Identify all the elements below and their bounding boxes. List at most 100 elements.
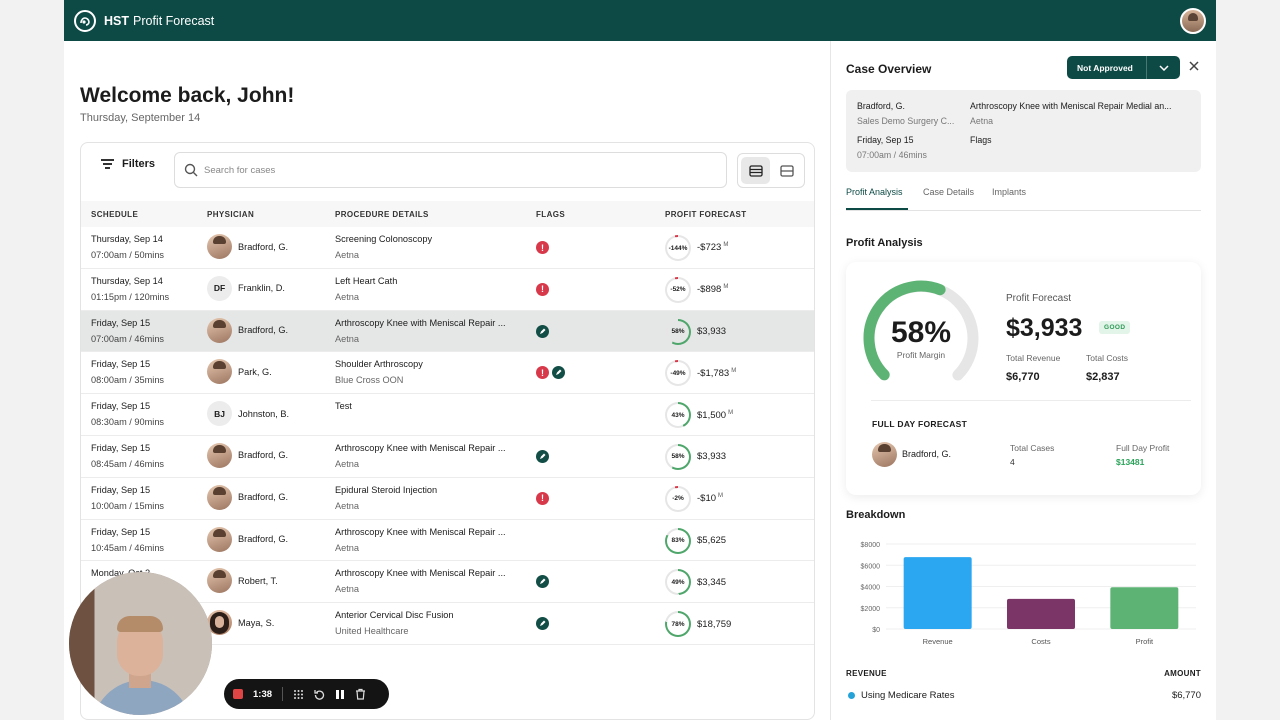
table-row[interactable]: Friday, Sep 15 08:45am / 46mins Bradford, … [81,436,814,478]
search-input[interactable] [204,164,684,176]
alert-icon[interactable]: ! [536,282,549,296]
profit-margin-percent: 83% [667,529,689,552]
schedule-date: Friday, Sep 15 [91,442,151,453]
bar-profit[interactable] [1110,587,1179,629]
edit-icon[interactable] [552,366,565,380]
profit-forecast-label: Profit Forecast [1006,293,1072,304]
alert-icon[interactable]: ! [536,491,549,505]
edit-icon[interactable] [536,449,549,463]
col-profit-forecast[interactable]: PROFIT FORECAST [665,210,747,219]
profit-margin-percent: -144% [667,237,689,259]
schedule-time: 08:00am / 35mins [91,375,165,386]
compact-view-button[interactable] [772,157,801,184]
table-row[interactable]: Friday, Sep 15 08:00am / 35mins Park, G. Sh… [81,352,814,395]
col-procedure[interactable]: PROCEDURE DETAILS [335,210,429,219]
toolbar-separator [282,687,284,701]
avatar-initials: DF [207,275,232,301]
compact-view-icon [779,164,794,177]
profit-forecast-value: $3,933 [1006,314,1083,342]
col-schedule[interactable]: SCHEDULE [91,210,138,219]
payer-name: Aetna [335,250,360,260]
revenue-row-amount: $6,770 [1171,690,1201,701]
chevron-down-icon[interactable] [1146,56,1180,79]
approval-status-label: Not Approved [1077,62,1133,73]
flags-cell [536,449,549,463]
profit-margin-percent: 58% [667,445,689,468]
tab-case-details[interactable]: Case Details [923,187,974,197]
profit-forecast-cell: -144% -$723 M [665,235,728,261]
stop-recording-button[interactable] [233,689,243,699]
profit-forecast-cell: 78% $18,759 [665,611,733,638]
profit-amount: $3,933 [697,451,728,463]
total-costs-value: $2,837 [1086,371,1120,383]
procedure-name: Arthroscopy Knee with Meniscal Repair ..… [335,568,506,579]
full-day-physician: Bradford, G. [902,449,952,459]
restart-icon[interactable] [314,689,325,700]
procedure-name: Anterior Cervical Disc Fusion [335,610,454,621]
approval-status-dropdown[interactable]: Not Approved [1067,56,1180,79]
summary-procedure: Arthroscopy Knee with Meniscal Repair Me… [970,101,1172,111]
schedule-date: Thursday, Sep 14 [91,234,163,244]
profit-forecast-cell: 43% $1,500 M [665,402,733,429]
card-divider [871,400,1191,401]
col-flags[interactable]: FLAGS [536,210,565,219]
procedure-name: Arthroscopy Knee with Meniscal Repair ..… [335,317,506,328]
payer-name: Aetna [335,291,360,302]
full-day-profit-value: $13481 [1116,457,1145,467]
top-bar: HST Profit Forecast [64,0,1216,41]
table-row[interactable]: Friday, Sep 15 07:00am / 46mins Bradford, … [81,310,814,353]
physician-cell: Maya, S. [207,610,274,636]
edit-icon[interactable] [536,324,549,338]
procedure-name: Epidural Steroid Injection [335,484,438,495]
payer-name: Blue Cross OON [335,375,404,386]
physician-cell: Park, G. [207,359,272,385]
alert-icon[interactable]: ! [536,366,549,380]
profit-forecast-cell: -52% -$898 M [665,276,729,303]
profit-margin-value: 58% [890,316,952,349]
user-avatar[interactable] [1180,8,1206,34]
close-icon[interactable] [1187,59,1201,73]
col-physician[interactable]: PHYSICIAN [207,210,254,219]
profit-margin-ring: -49% [665,360,691,387]
edit-icon[interactable] [536,617,549,631]
total-costs-label: Total Costs [1086,353,1129,363]
schedule-time: 07:00am / 50mins [91,250,165,260]
profit-amount-value: -$10 [697,493,717,505]
bar-revenue[interactable] [903,557,972,629]
tab-implants[interactable]: Implants [992,187,1026,197]
table-row[interactable]: Thursday, Sep 14 07:00am / 50mins Bradford… [81,227,814,269]
profit-amount-unit: M [723,284,729,291]
table-row[interactable]: Friday, Sep 15 08:30am / 90mins BJ Johnston… [81,394,814,436]
profit-amount-value: $3,345 [697,576,727,588]
physician-cell: Bradford, G. [207,484,288,510]
bar-costs[interactable] [1007,598,1075,629]
profit-forecast-cell: -49% -$1,783 M [665,360,736,387]
avatar [207,234,232,259]
filters-button[interactable]: Filters [101,158,155,170]
profit-margin-percent: -49% [667,362,689,385]
total-cases-value: 4 [1010,457,1015,467]
schedule-time: 08:30am / 90mins [91,417,165,428]
pause-icon[interactable] [335,689,345,700]
trash-icon[interactable] [355,688,366,700]
table-row[interactable]: Friday, Sep 15 10:00am / 15mins Bradford, … [81,478,814,520]
table-row[interactable]: Thursday, Sep 14 01:15pm / 120mins DF Frank… [81,269,814,311]
list-view-button[interactable] [741,157,770,184]
grid-icon[interactable] [293,689,304,700]
total-revenue-label: Total Revenue [1006,353,1061,363]
schedule-date: Thursday, Sep 14 [91,275,163,286]
overview-tabs: Profit Analysis Case Details Implants [846,187,1201,211]
edit-icon[interactable] [536,575,549,589]
search-box[interactable] [174,152,727,188]
y-tick-label: $4000 [861,585,881,592]
alert-icon[interactable]: ! [536,241,549,254]
app-title: HST Profit Forecast [104,13,215,28]
avatar-initials: BJ [207,401,232,427]
y-tick-label: $0 [872,627,880,634]
table-row[interactable]: Friday, Sep 15 10:45am / 46mins Bradford, … [81,520,814,562]
tab-profit-analysis[interactable]: Profit Analysis [846,187,903,197]
physician-cell: Bradford, G. [207,317,288,343]
profit-margin-gauge: 58% Profit Margin [861,278,981,388]
procedure-name: Shoulder Arthroscopy [335,359,423,370]
profit-amount-unit: M [718,493,724,500]
